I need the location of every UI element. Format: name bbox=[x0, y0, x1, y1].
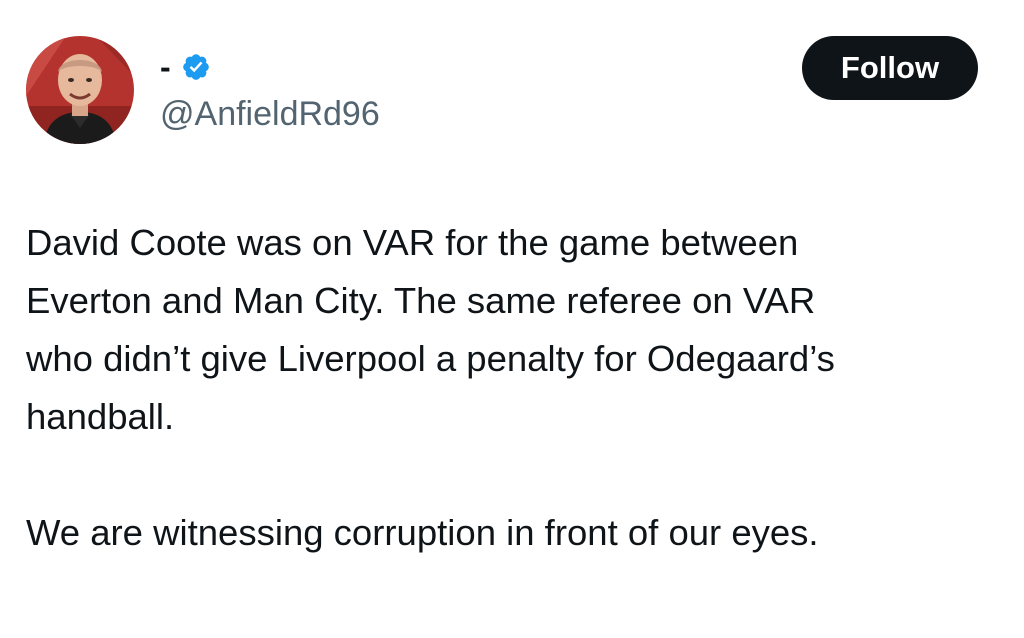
author-name-row[interactable]: - bbox=[160, 44, 211, 90]
tweet-line: who didn’t give Liverpool a penalty for … bbox=[26, 338, 835, 379]
tweet-line: We are witnessing corruption in front of… bbox=[26, 512, 819, 553]
tweet-line: handball. bbox=[26, 396, 175, 437]
avatar[interactable] bbox=[26, 36, 134, 144]
tweet-line: Everton and Man City. The same referee o… bbox=[26, 280, 816, 321]
author-handle[interactable]: @AnfieldRd96 bbox=[160, 92, 380, 136]
tweet-text: David Coote was on VAR for the game betw… bbox=[26, 214, 1016, 562]
tweet-line: David Coote was on VAR for the game betw… bbox=[26, 222, 799, 263]
verified-badge-icon bbox=[182, 54, 209, 80]
user-avatar-photo bbox=[26, 36, 134, 144]
display-name[interactable]: - bbox=[160, 51, 171, 83]
follow-button[interactable]: Follow bbox=[802, 36, 978, 100]
